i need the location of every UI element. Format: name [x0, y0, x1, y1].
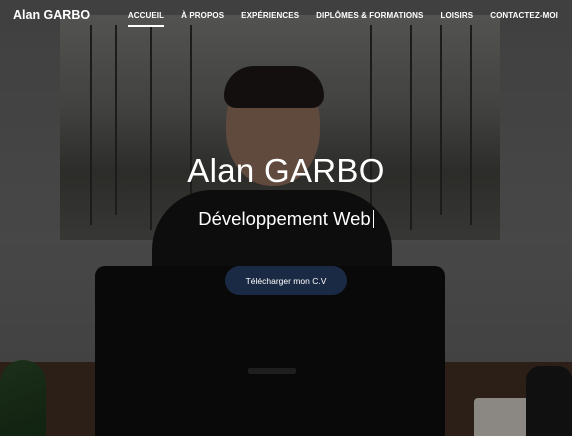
download-cv-button[interactable]: Télécharger mon C.V [225, 266, 347, 295]
nav-item-accueil[interactable]: ACCUEIL [127, 0, 165, 27]
nav-menu: ACCUEIL À PROPOS EXPÉRIENCES DIPLÔMES & … [111, 0, 558, 27]
nav-item-loisirs[interactable]: LOISIRS [440, 0, 473, 20]
brand-logo[interactable]: Alan GARBO [13, 8, 90, 22]
hero-subtitle-text: Développement Web [198, 208, 371, 229]
nav-item-a-propos[interactable]: À PROPOS [181, 0, 224, 20]
hero-subtitle: Développement Web [0, 208, 572, 230]
nav-item-contact[interactable]: CONTACTEZ-MOI [490, 0, 558, 20]
nav-item-diplomes-formations[interactable]: DIPLÔMES & FORMATIONS [316, 0, 423, 20]
typing-caret [372, 210, 374, 228]
hero-title: Alan GARBO [187, 152, 385, 189]
nav-item-experiences[interactable]: EXPÉRIENCES [241, 0, 299, 20]
navbar: Alan GARBO ACCUEIL À PROPOS EXPÉRIENCES … [0, 0, 572, 32]
hero-section: Alan GARBO ACCUEIL À PROPOS EXPÉRIENCES … [0, 0, 572, 436]
